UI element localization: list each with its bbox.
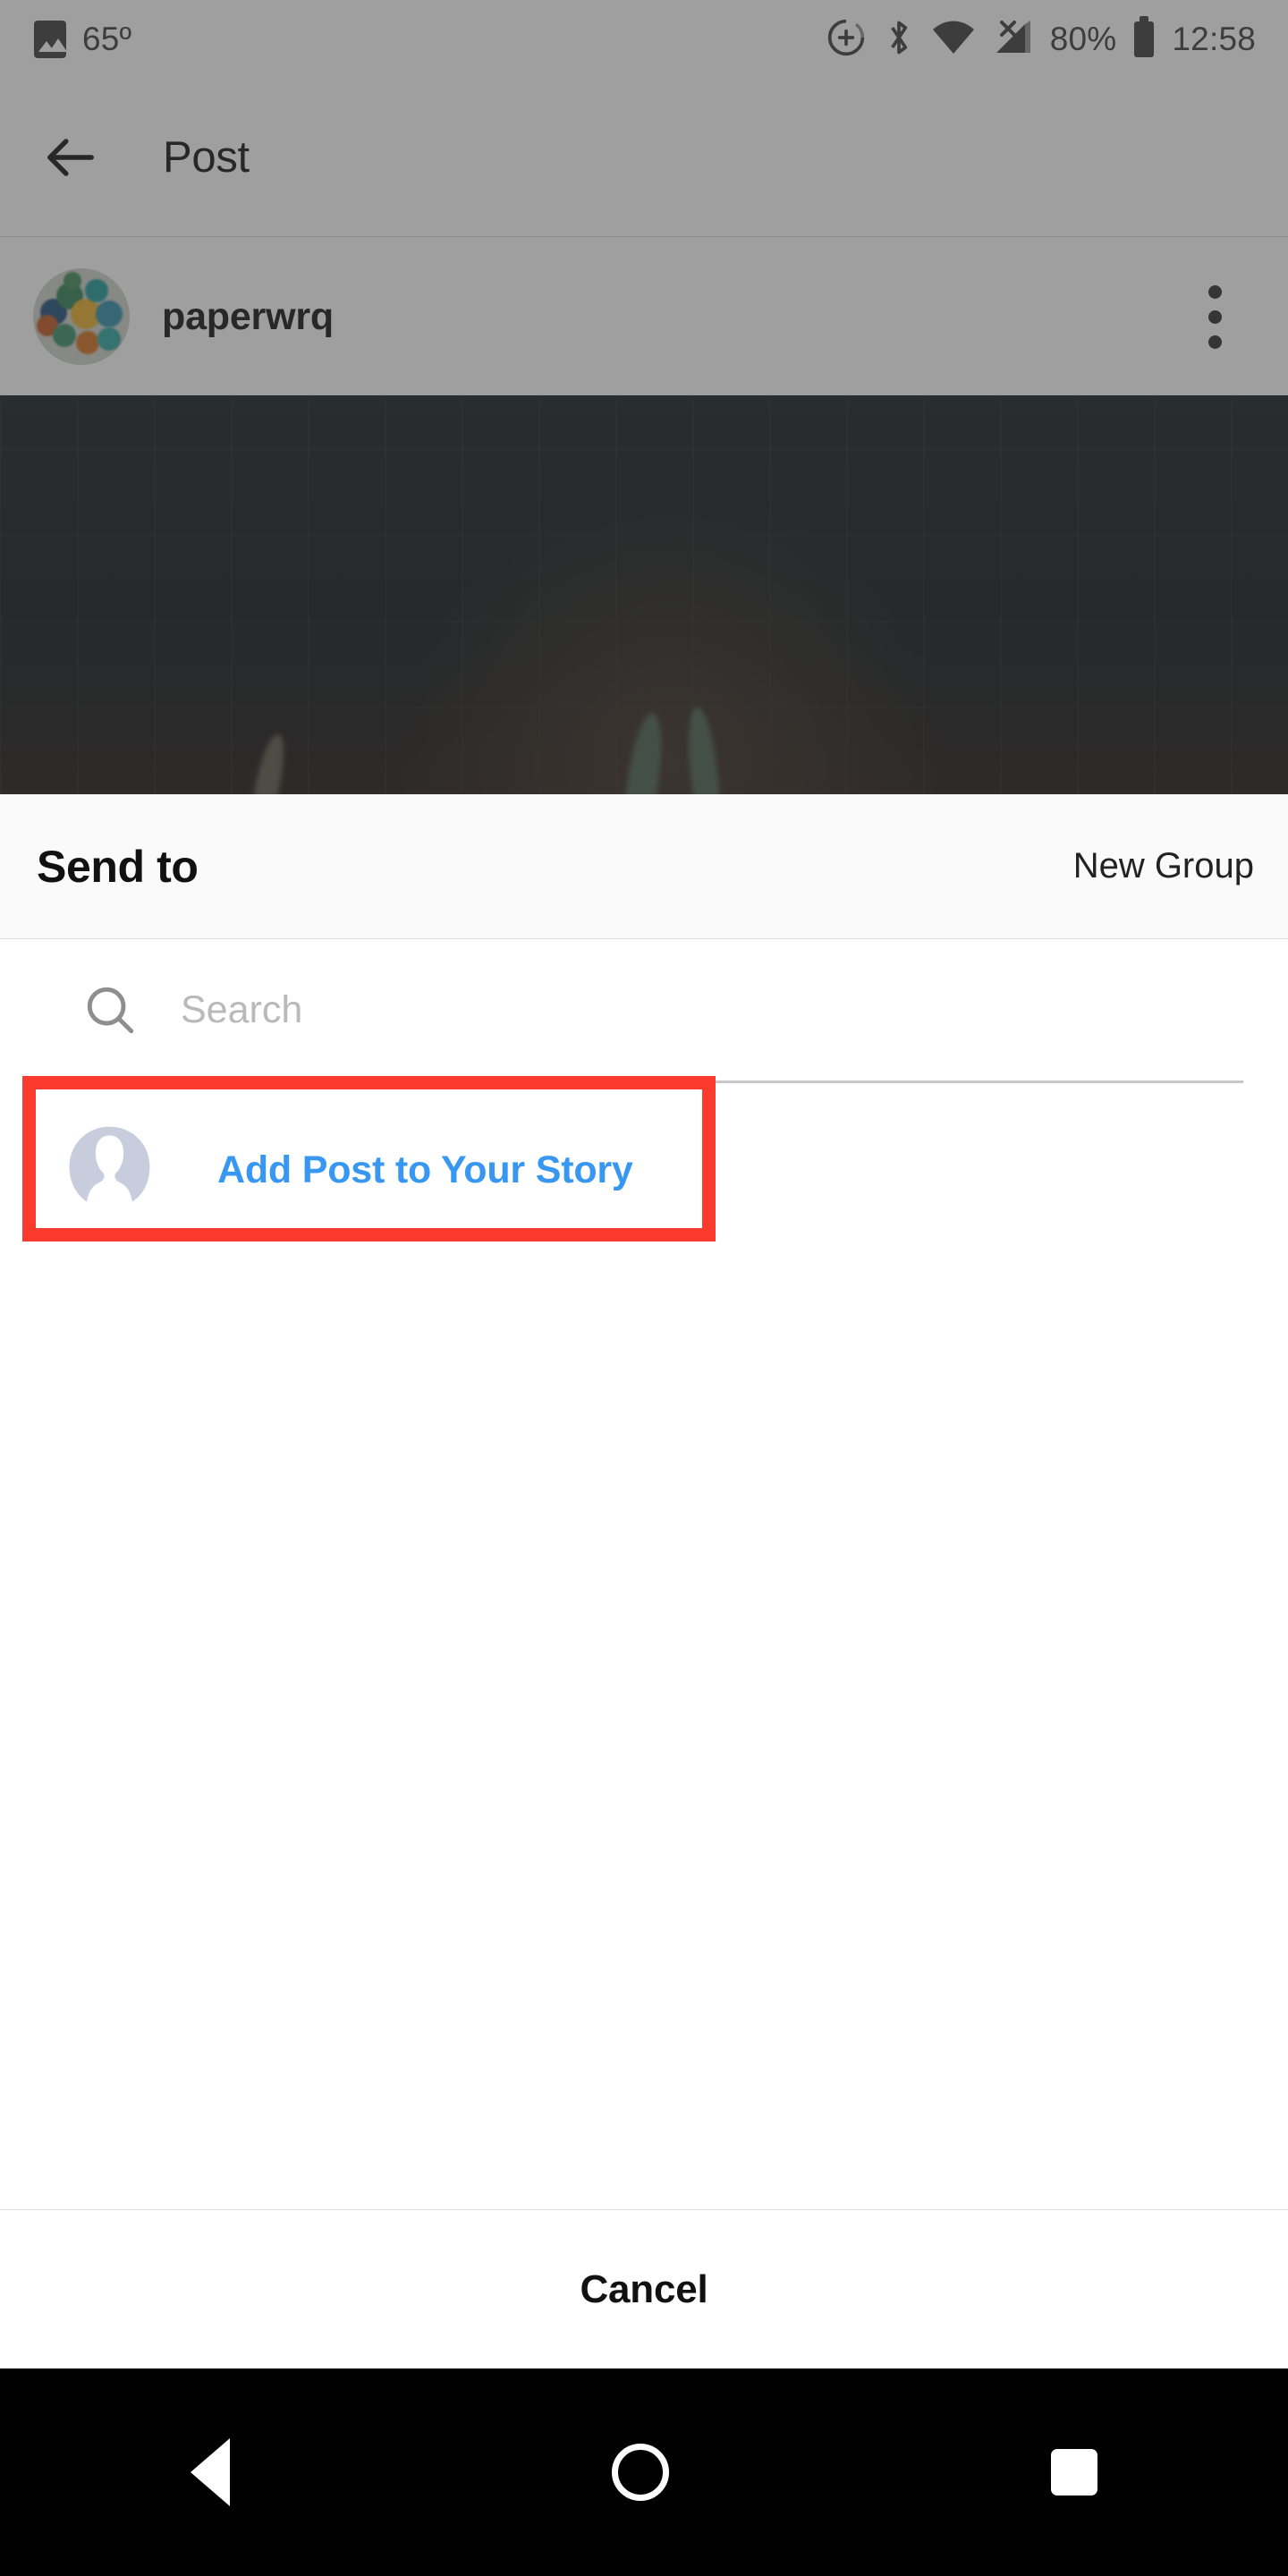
photo-icon	[34, 21, 66, 58]
more-options-icon[interactable]	[1208, 284, 1222, 349]
wifi-icon	[932, 21, 975, 59]
cancel-button[interactable]: Cancel	[0, 2209, 1288, 2368]
new-group-button[interactable]: New Group	[1073, 846, 1254, 886]
android-nav-bar	[0, 2368, 1288, 2576]
nav-back-icon[interactable]	[191, 2438, 231, 2506]
clock-label: 12:58	[1172, 21, 1256, 57]
back-arrow-icon[interactable]	[43, 130, 98, 185]
cell-signal-no-service-icon	[993, 19, 1032, 61]
page-title: Post	[163, 133, 250, 182]
row-divider	[127, 1080, 1243, 1083]
temperature-label: 65º	[82, 21, 132, 57]
sheet-title: Send to	[37, 841, 199, 892]
app-bar: Post	[0, 79, 1288, 237]
post-author-row[interactable]: paperwrq	[0, 238, 1288, 395]
list-item[interactable]: Add Post to Your Story	[0, 1080, 1288, 1259]
post-image	[0, 395, 1288, 794]
battery-percent-label: 80%	[1049, 21, 1117, 57]
cancel-label: Cancel	[580, 2267, 708, 2311]
battery-icon	[1134, 16, 1155, 57]
default-profile-avatar	[54, 1114, 165, 1226]
search-input[interactable]	[181, 987, 986, 1032]
search-row[interactable]	[0, 939, 1288, 1080]
post-author-username[interactable]: paperwrq	[162, 295, 334, 339]
background-post-screen: 65º 80% 12:58 Post paperwrq	[0, 0, 1288, 794]
search-icon	[82, 982, 138, 1038]
nav-recents-icon[interactable]	[1050, 2449, 1097, 2496]
status-bar-left: 65º	[0, 21, 131, 58]
send-to-sheet: Send to New Group Add Post to Your Story	[0, 794, 1288, 2368]
bluetooth-icon	[884, 18, 914, 62]
nav-home-icon[interactable]	[611, 2444, 669, 2501]
status-bar-right: 80% 12:58	[826, 16, 1288, 62]
sheet-header: Send to New Group	[0, 794, 1288, 939]
do-not-disturb-icon	[826, 18, 866, 62]
add-post-to-story-label[interactable]: Add Post to Your Story	[217, 1148, 633, 1192]
status-bar: 65º 80% 12:58	[0, 0, 1288, 79]
phone-screen: 65º 80% 12:58 Post paperwrq Send to New …	[0, 0, 1288, 2576]
avatar[interactable]	[33, 268, 130, 365]
